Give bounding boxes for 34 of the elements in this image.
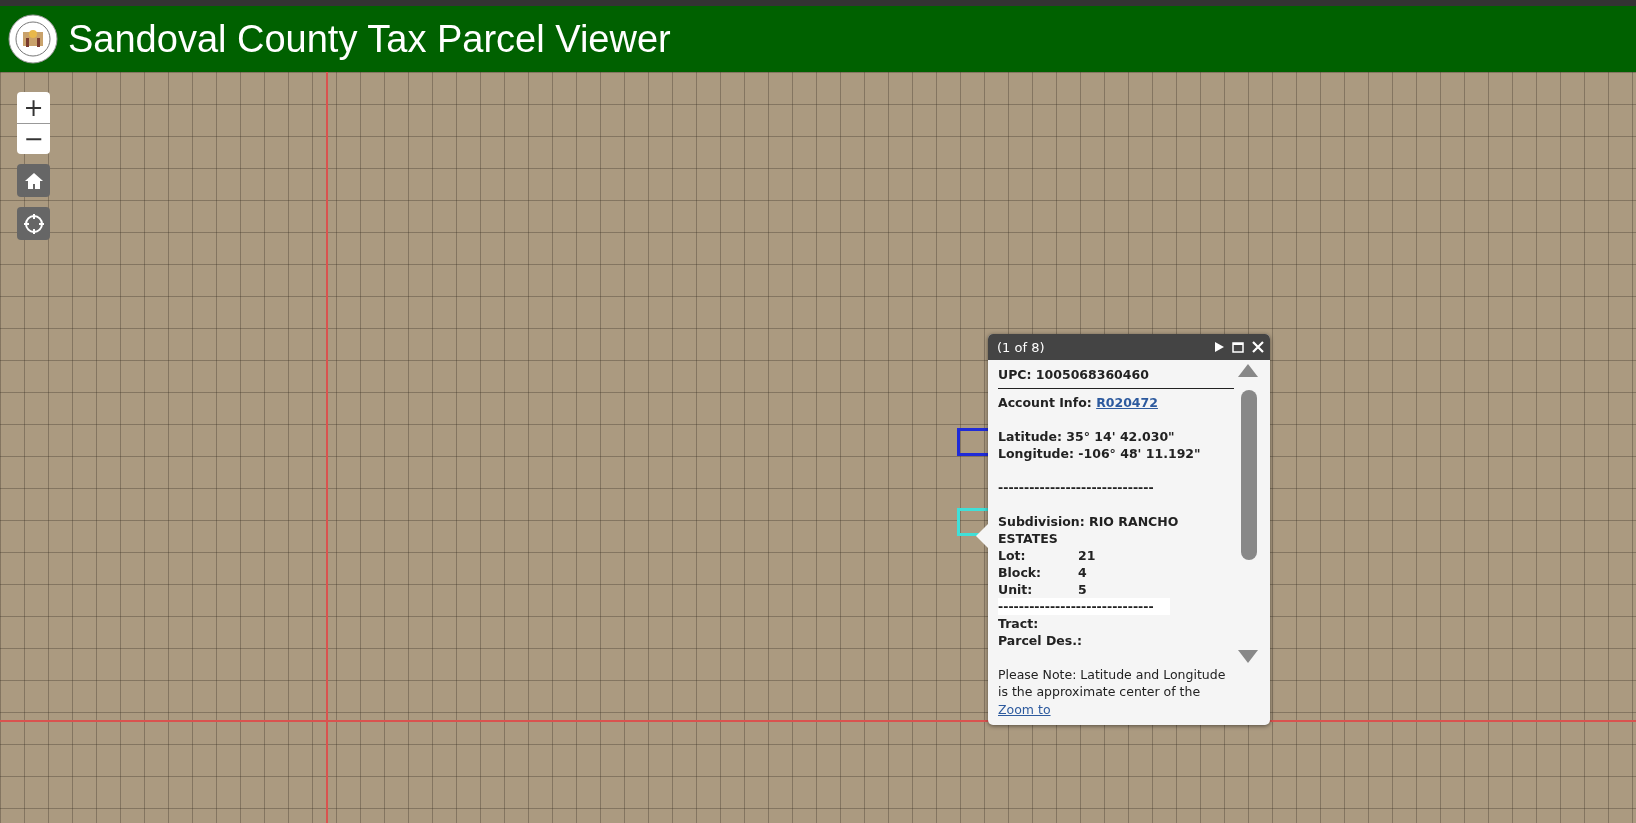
scroll-up-icon[interactable] [1238,364,1258,377]
zoom-to-link[interactable]: Zoom to [998,702,1051,717]
app-title: Sandoval County Tax Parcel Viewer [68,17,671,61]
zoom-out-button[interactable]: − [17,123,50,154]
maximize-icon[interactable] [1232,341,1244,353]
detail-value: 4 [1078,564,1088,581]
tract-label: Tract: [998,615,1040,632]
locate-button[interactable] [17,207,50,240]
popup-counter: (1 of 8) [997,339,1046,355]
scrollbar-thumb[interactable] [1241,390,1257,560]
parcel-description-label: Parcel Des.: [998,632,1083,649]
separator-text: ------------------------------ [998,479,1155,496]
crosshair-icon [22,212,45,235]
satellite-map[interactable] [0,72,1636,823]
home-button[interactable] [17,164,50,197]
zoom-in-button[interactable]: + [17,92,50,123]
detail-value: 5 [1078,581,1088,598]
latitude-text: Latitude: 35° 14' 42.030" [998,428,1176,445]
detail-label: Lot: [998,547,1027,564]
account-label: Account Info: [998,395,1093,410]
subdivision-text: Subdivision: RIO RANCHO ESTATES [998,513,1180,547]
home-icon [23,171,44,190]
detail-label: Unit: [998,581,1034,598]
separator-text: ------------------------------ [998,598,1170,615]
detail-label: Block: [998,564,1043,581]
account-link[interactable]: R020472 [1096,395,1158,410]
next-icon[interactable] [1215,342,1224,352]
county-seal-icon [8,14,58,64]
close-icon[interactable] [1252,341,1264,353]
upc-text: UPC: 1005068360460 [998,366,1234,389]
longitude-text: Longitude: -106° 48' 11.192" [998,445,1202,462]
detail-value: 21 [1078,547,1097,564]
note-text: Please Note: Latitude and Longitude is the approximate center of the [998,666,1227,700]
scroll-down-icon[interactable] [1238,650,1258,663]
